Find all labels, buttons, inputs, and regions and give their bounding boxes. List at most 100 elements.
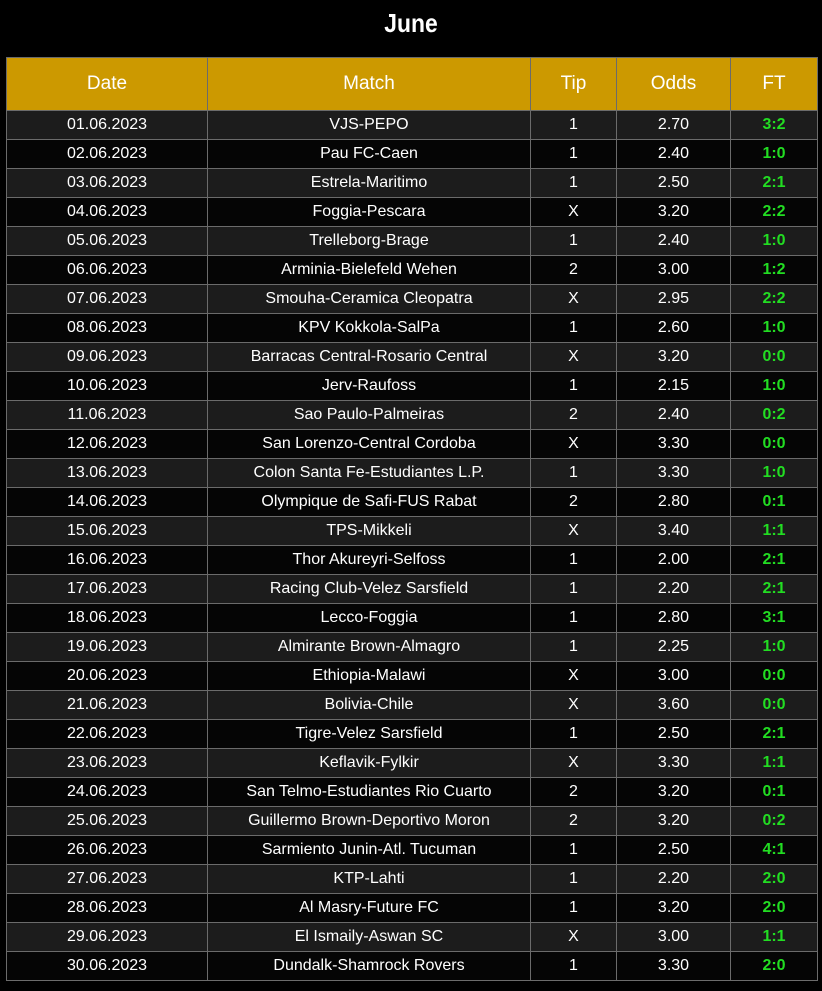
table-row: 02.06.2023 Pau FC-Caen 1 2.40 1:0	[6, 139, 818, 169]
cell-match: KPV Kokkola-SalPa	[207, 313, 531, 343]
cell-tip: 1	[530, 603, 617, 633]
table-row: 08.06.2023 KPV Kokkola-SalPa 1 2.60 1:0	[6, 313, 818, 343]
cell-date: 02.06.2023	[6, 139, 208, 169]
cell-odds: 3.20	[616, 342, 731, 372]
table-row: 21.06.2023 Bolivia-Chile X 3.60 0:0	[6, 690, 818, 720]
cell-date: 07.06.2023	[6, 284, 208, 314]
cell-match: El Ismaily-Aswan SC	[207, 922, 531, 952]
cell-date: 17.06.2023	[6, 574, 208, 604]
table-row: 18.06.2023 Lecco-Foggia 1 2.80 3:1	[6, 603, 818, 633]
cell-tip: 2	[530, 255, 617, 285]
table-row: 04.06.2023 Foggia-Pescara X 3.20 2:2	[6, 197, 818, 227]
cell-odds: 2.80	[616, 487, 731, 517]
cell-match: Tigre-Velez Sarsfield	[207, 719, 531, 749]
cell-date: 27.06.2023	[6, 864, 208, 894]
table-row: 17.06.2023 Racing Club-Velez Sarsfield 1 2.…	[6, 574, 818, 604]
cell-match: Olympique de Safi-FUS Rabat	[207, 487, 531, 517]
cell-match: Thor Akureyri-Selfoss	[207, 545, 531, 575]
cell-tip: 1	[530, 458, 617, 488]
cell-ft-score: 0:1	[730, 777, 818, 807]
cell-match: Pau FC-Caen	[207, 139, 531, 169]
column-header-ft: FT	[730, 57, 818, 111]
cell-odds: 2.50	[616, 719, 731, 749]
table-row: 25.06.2023 Guillermo Brown-Deportivo Moro…	[6, 806, 818, 836]
column-header-match: Match	[207, 57, 531, 111]
cell-ft-score: 1:1	[730, 922, 818, 952]
cell-tip: X	[530, 516, 617, 546]
cell-date: 06.06.2023	[6, 255, 208, 285]
cell-odds: 3.30	[616, 429, 731, 459]
cell-match: Trelleborg-Brage	[207, 226, 531, 256]
table-row: 22.06.2023 Tigre-Velez Sarsfield 1 2.50 2:1	[6, 719, 818, 749]
cell-date: 16.06.2023	[6, 545, 208, 575]
cell-tip: 1	[530, 168, 617, 198]
cell-odds: 3.40	[616, 516, 731, 546]
cell-date: 29.06.2023	[6, 922, 208, 952]
cell-ft-score: 2:1	[730, 545, 818, 575]
cell-odds: 3.30	[616, 458, 731, 488]
cell-tip: 1	[530, 574, 617, 604]
column-header-odds: Odds	[616, 57, 731, 111]
cell-ft-score: 2:2	[730, 284, 818, 314]
cell-date: 11.06.2023	[6, 400, 208, 430]
cell-match: Keflavik-Fylkir	[207, 748, 531, 778]
cell-date: 21.06.2023	[6, 690, 208, 720]
table-row: 28.06.2023 Al Masry-Future FC 1 3.20 2:0	[6, 893, 818, 923]
cell-odds: 2.20	[616, 864, 731, 894]
cell-odds: 3.30	[616, 951, 731, 981]
cell-date: 12.06.2023	[6, 429, 208, 459]
cell-date: 25.06.2023	[6, 806, 208, 836]
cell-tip: 1	[530, 951, 617, 981]
cell-date: 26.06.2023	[6, 835, 208, 865]
cell-odds: 2.40	[616, 139, 731, 169]
cell-ft-score: 2:0	[730, 864, 818, 894]
cell-tip: X	[530, 690, 617, 720]
table-row: 20.06.2023 Ethiopia-Malawi X 3.00 0:0	[6, 661, 818, 691]
table-header-row: Date Match Tip Odds FT	[6, 57, 818, 111]
cell-date: 22.06.2023	[6, 719, 208, 749]
cell-match: Lecco-Foggia	[207, 603, 531, 633]
cell-ft-score: 1:0	[730, 632, 818, 662]
cell-match: Al Masry-Future FC	[207, 893, 531, 923]
cell-match: Barracas Central-Rosario Central	[207, 342, 531, 372]
cell-odds: 2.50	[616, 835, 731, 865]
cell-ft-score: 3:1	[730, 603, 818, 633]
table-row: 13.06.2023 Colon Santa Fe-Estudiantes L.P…	[6, 458, 818, 488]
cell-date: 15.06.2023	[6, 516, 208, 546]
cell-odds: 3.30	[616, 748, 731, 778]
cell-tip: X	[530, 661, 617, 691]
cell-ft-score: 2:0	[730, 893, 818, 923]
cell-tip: X	[530, 197, 617, 227]
cell-tip: 2	[530, 777, 617, 807]
cell-match: San Lorenzo-Central Cordoba	[207, 429, 531, 459]
cell-date: 09.06.2023	[6, 342, 208, 372]
cell-match: Smouha-Ceramica Cleopatra	[207, 284, 531, 314]
cell-match: Estrela-Maritimo	[207, 168, 531, 198]
cell-match: Sarmiento Junin-Atl. Tucuman	[207, 835, 531, 865]
table-row: 14.06.2023 Olympique de Safi-FUS Rabat 2 2.…	[6, 487, 818, 517]
cell-odds: 2.60	[616, 313, 731, 343]
cell-ft-score: 0:2	[730, 400, 818, 430]
cell-tip: 1	[530, 371, 617, 401]
cell-match: TPS-Mikkeli	[207, 516, 531, 546]
cell-odds: 2.15	[616, 371, 731, 401]
table-row: 30.06.2023 Dundalk-Shamrock Rovers 1 3.30 2:…	[6, 951, 818, 981]
cell-date: 01.06.2023	[6, 110, 208, 140]
cell-tip: 1	[530, 545, 617, 575]
cell-date: 14.06.2023	[6, 487, 208, 517]
table-row: 01.06.2023 VJS-PEPO 1 2.70 3:2	[6, 110, 818, 140]
cell-odds: 2.95	[616, 284, 731, 314]
cell-match: Jerv-Raufoss	[207, 371, 531, 401]
cell-match: San Telmo-Estudiantes Rio Cuarto	[207, 777, 531, 807]
cell-odds: 3.20	[616, 893, 731, 923]
cell-tip: 2	[530, 400, 617, 430]
cell-match: Dundalk-Shamrock Rovers	[207, 951, 531, 981]
cell-match: Guillermo Brown-Deportivo Moron	[207, 806, 531, 836]
table-body: 01.06.2023 VJS-PEPO 1 2.70 3:2 02.06.2023 Pau …	[6, 110, 818, 981]
table-row: 24.06.2023 San Telmo-Estudiantes Rio Cuar…	[6, 777, 818, 807]
cell-match: Arminia-Bielefeld Wehen	[207, 255, 531, 285]
cell-tip: X	[530, 342, 617, 372]
cell-ft-score: 0:2	[730, 806, 818, 836]
cell-odds: 2.20	[616, 574, 731, 604]
cell-date: 18.06.2023	[6, 603, 208, 633]
